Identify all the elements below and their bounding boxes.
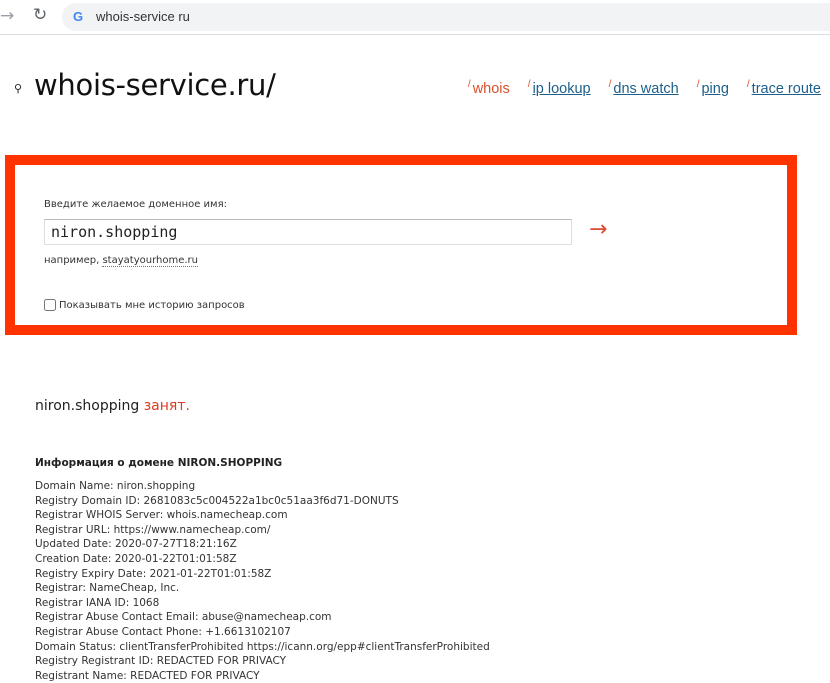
whois-line: Registry Registrant ID: REDACTED FOR PRI…: [35, 655, 287, 668]
history-checkbox[interactable]: [44, 299, 56, 311]
nav-link-dns-watch[interactable]: dns watch: [613, 81, 678, 97]
nav-slash: /: [467, 79, 471, 90]
whois-line: Creation Date: 2020-01-22T01:01:58Z: [35, 552, 237, 565]
info-heading: Информация о домене NIRON.SHOPPING: [35, 457, 283, 469]
nav-item: / dns watch: [609, 79, 679, 97]
address-bar[interactable]: G whois-service ru: [62, 3, 830, 31]
example-link[interactable]: stayatyourhome.ru: [102, 255, 198, 267]
whois-record: Domain Name: niron.shopping Registry Doma…: [35, 479, 490, 683]
nav-item: / trace route: [747, 79, 821, 97]
nav-slash: /: [696, 79, 700, 90]
nav-item: / ping: [697, 79, 729, 97]
history-label: Показывать мне историю запросов: [59, 299, 245, 311]
site-title[interactable]: whois-service.ru/: [34, 68, 276, 102]
reload-icon[interactable]: ↻: [33, 5, 47, 25]
whois-line: Registrar Abuse Contact Email: abuse@nam…: [35, 611, 332, 624]
whois-line: Registrar IANA ID: 1068: [35, 596, 160, 609]
nav-slash: /: [608, 79, 612, 90]
whois-line: Registrar WHOIS Server: whois.namecheap.…: [35, 509, 288, 522]
whois-line: Domain Status: clientTransferProhibited …: [35, 640, 490, 653]
nav-link-ip-lookup[interactable]: ip lookup: [533, 81, 591, 97]
result-status: niron.shopping занят.: [35, 398, 190, 414]
nav-slash: /: [746, 79, 750, 90]
history-option[interactable]: Показывать мне историю запросов: [44, 299, 245, 311]
domain-input[interactable]: [44, 219, 572, 245]
whois-line: Registry Domain ID: 2681083c5c004522a1bc…: [35, 494, 399, 507]
status-badge: занят.: [143, 398, 190, 414]
result-domain: niron.shopping: [35, 398, 140, 414]
google-icon: G: [73, 9, 84, 24]
whois-form: Введите желаемое доменное имя: → наприме…: [5, 155, 797, 335]
whois-line: Registrar: NameCheap, Inc.: [35, 582, 180, 595]
nav-link-whois[interactable]: whois: [473, 81, 510, 97]
submit-arrow-icon[interactable]: →: [589, 217, 607, 242]
domain-label: Введите желаемое доменное имя:: [44, 199, 227, 210]
url-text[interactable]: whois-service ru: [96, 9, 190, 24]
forward-icon[interactable]: →: [0, 6, 14, 26]
nav-link-ping[interactable]: ping: [701, 81, 728, 97]
whois-line: Registry Expiry Date: 2021-01-22T01:01:5…: [35, 567, 272, 580]
nav-link-trace-route[interactable]: trace route: [752, 81, 821, 97]
browser-toolbar: → ↻ G whois-service ru: [0, 0, 830, 35]
main-nav: / whois / ip lookup / dns watch / ping / trace ro…: [468, 79, 821, 97]
example-prefix: например,: [44, 255, 100, 266]
whois-line: Registrar URL: https://www.namecheap.com…: [35, 523, 271, 536]
nav-slash: /: [527, 79, 531, 90]
nav-item: / ip lookup: [528, 79, 591, 97]
whois-line: Registrant Name: REDACTED FOR PRIVACY: [35, 669, 260, 682]
whois-line: Registrar Abuse Contact Phone: +1.661310…: [35, 625, 291, 638]
search-icon: ⚲: [14, 82, 23, 95]
example-hint: например, stayatyourhome.ru: [44, 255, 198, 267]
whois-line: Domain Name: niron.shopping: [35, 480, 196, 492]
nav-item: / whois: [468, 79, 510, 97]
whois-line: Updated Date: 2020-07-27T18:21:16Z: [35, 538, 237, 551]
